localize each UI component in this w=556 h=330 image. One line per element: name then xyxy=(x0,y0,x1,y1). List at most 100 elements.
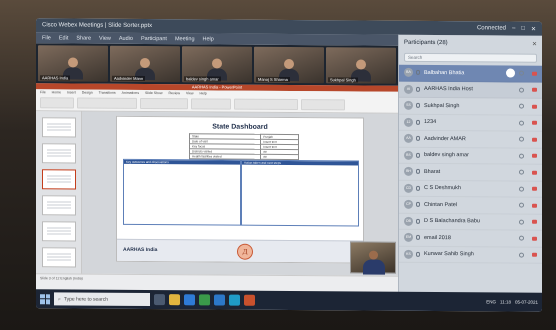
ribbon-tab[interactable]: Animations xyxy=(122,91,139,95)
webex-icon[interactable] xyxy=(229,294,240,306)
meeting-content: AARHAS India Aadvinder Mann baldev singh… xyxy=(36,43,398,292)
ribbon-tab[interactable]: Review xyxy=(169,91,180,95)
self-view-video[interactable] xyxy=(350,241,396,275)
microphone-icon[interactable] xyxy=(416,103,420,109)
menu-share[interactable]: Share xyxy=(76,35,91,41)
ribbon-group[interactable] xyxy=(40,97,74,109)
menu-audio[interactable]: Audio xyxy=(119,35,133,41)
video-tile[interactable]: Sukhpal Singh xyxy=(326,47,396,84)
ribbon-tab[interactable]: View xyxy=(186,91,194,95)
search-icon: ⌕ xyxy=(58,295,61,302)
microphone-icon[interactable] xyxy=(416,152,420,158)
slide-thumbnail[interactable] xyxy=(42,221,76,242)
participant-row[interactable]: DB D S Balachandra Babu xyxy=(399,213,542,231)
close-button[interactable]: ✕ xyxy=(531,25,536,32)
powerpoint-icon[interactable] xyxy=(244,294,255,306)
participant-row[interactable]: KS Kunwar Sahib Singh xyxy=(399,246,542,264)
clock-date[interactable]: 05-07-2021 xyxy=(515,300,538,305)
video-off-icon xyxy=(532,137,537,142)
participant-row[interactable]: BS baldev singh amar xyxy=(399,147,542,165)
word-icon[interactable] xyxy=(214,294,225,306)
window-title: Cisco Webex Meetings | Slide Sorter.pptx xyxy=(42,22,153,30)
audio-status-icon xyxy=(519,169,524,175)
ppt-ribbon: File Home Insert Design Transitions Animation… xyxy=(36,89,398,114)
microphone-icon[interactable] xyxy=(416,70,420,76)
microphone-icon[interactable] xyxy=(416,136,420,142)
microphone-icon[interactable] xyxy=(416,119,420,125)
taskbar-search-input[interactable]: ⌕ Type here to search xyxy=(54,292,150,307)
audio-status-icon xyxy=(519,70,524,76)
participants-list: BA Balbahan Bhatia AI AARHAS India Host SS Su… xyxy=(399,64,542,264)
menu-file[interactable]: File xyxy=(42,35,51,41)
participant-row[interactable]: SS Sukhpal Singh xyxy=(399,97,542,116)
ribbon-tab[interactable]: Insert xyxy=(67,90,76,94)
slide[interactable]: State Dashboard State Punjab Date of visi… xyxy=(116,115,364,264)
participant-row[interactable]: BH Bharat xyxy=(399,163,542,182)
microphone-icon[interactable] xyxy=(416,169,420,175)
video-off-icon xyxy=(532,186,537,191)
connection-status[interactable]: Connected xyxy=(477,25,506,31)
ribbon-tab[interactable]: Transitions xyxy=(99,91,116,95)
participant-row[interactable]: AA Aadvinder AMAR xyxy=(399,130,542,149)
ribbon-group[interactable] xyxy=(77,97,137,109)
ribbon-tab[interactable]: Help xyxy=(200,91,207,95)
slide-thumbnail[interactable] xyxy=(42,117,76,138)
microphone-icon[interactable] xyxy=(416,218,420,224)
video-tile[interactable]: baldev singh amar xyxy=(182,46,252,83)
dashboard-table: State Punjab Date of visit Insert text Key… xyxy=(189,133,299,160)
participant-row[interactable]: CD C S Deshmukh xyxy=(399,180,542,198)
menu-help[interactable]: Help xyxy=(203,36,214,42)
participant-row[interactable]: CP Chintan Patel xyxy=(399,196,542,215)
ribbon-group[interactable] xyxy=(191,98,231,110)
chrome-icon[interactable] xyxy=(199,294,210,306)
windows-start-icon[interactable] xyxy=(40,293,50,304)
ribbon-tab[interactable]: Home xyxy=(52,90,61,94)
avatar: BS xyxy=(404,150,413,160)
participant-name: Aadvinder AMAR xyxy=(424,135,466,142)
participant-row[interactable]: AI AARHAS India Host xyxy=(399,81,542,99)
logo-icon: Д xyxy=(237,243,253,260)
edge-icon[interactable] xyxy=(184,294,195,306)
avatar: BH xyxy=(404,167,413,177)
close-panel-icon[interactable]: ✕ xyxy=(532,40,537,47)
maximize-button[interactable]: □ xyxy=(521,26,525,32)
menu-edit[interactable]: Edit xyxy=(59,35,68,41)
video-off-icon xyxy=(532,120,537,125)
ribbon-group[interactable] xyxy=(301,99,345,111)
participant-row[interactable]: BA Balbahan Bhatia xyxy=(399,64,542,83)
clock-time[interactable]: 11:18 xyxy=(500,299,511,304)
file-explorer-icon[interactable] xyxy=(169,294,180,306)
ribbon-tab[interactable]: File xyxy=(40,90,46,94)
menu-view[interactable]: View xyxy=(99,35,111,41)
ribbon-group[interactable] xyxy=(140,97,188,110)
ribbon-group[interactable] xyxy=(234,98,298,111)
microphone-icon[interactable] xyxy=(416,251,420,257)
participant-row[interactable]: EM email 2018 xyxy=(399,229,542,248)
video-tile[interactable]: Aadvinder Mann xyxy=(110,45,180,83)
language-indicator[interactable]: ENG xyxy=(486,299,496,304)
participants-title: Participants (28) xyxy=(404,39,448,47)
participants-search-input[interactable]: Search xyxy=(404,52,537,63)
minimize-button[interactable]: – xyxy=(512,26,515,32)
video-off-icon xyxy=(532,219,537,224)
ribbon-tab[interactable]: Slide Show xyxy=(145,91,163,95)
slide-thumbnail[interactable] xyxy=(42,195,76,216)
ribbon-tab[interactable]: Design xyxy=(82,91,93,95)
outcomes-panel: Key outcomes and observations xyxy=(123,158,241,226)
microphone-icon[interactable] xyxy=(416,235,420,241)
microphone-icon[interactable] xyxy=(416,86,420,92)
audio-status-icon xyxy=(519,252,524,258)
task-view-icon[interactable] xyxy=(154,294,165,306)
microphone-icon[interactable] xyxy=(416,202,420,208)
slide-thumbnail[interactable] xyxy=(42,247,76,268)
video-tile[interactable]: Manoj S Sharma xyxy=(254,46,324,84)
video-tile[interactable]: AARHAS India xyxy=(38,45,108,82)
video-off-icon xyxy=(532,252,537,257)
menu-meeting[interactable]: Meeting xyxy=(175,36,195,42)
microphone-icon[interactable] xyxy=(416,185,420,191)
slide-thumbnail-selected[interactable] xyxy=(42,169,76,190)
menu-participant[interactable]: Participant xyxy=(141,35,167,41)
slide-title: State Dashboard xyxy=(212,123,268,131)
slide-thumbnail[interactable] xyxy=(42,143,76,164)
participant-row[interactable]: 12 1234 xyxy=(399,114,542,132)
